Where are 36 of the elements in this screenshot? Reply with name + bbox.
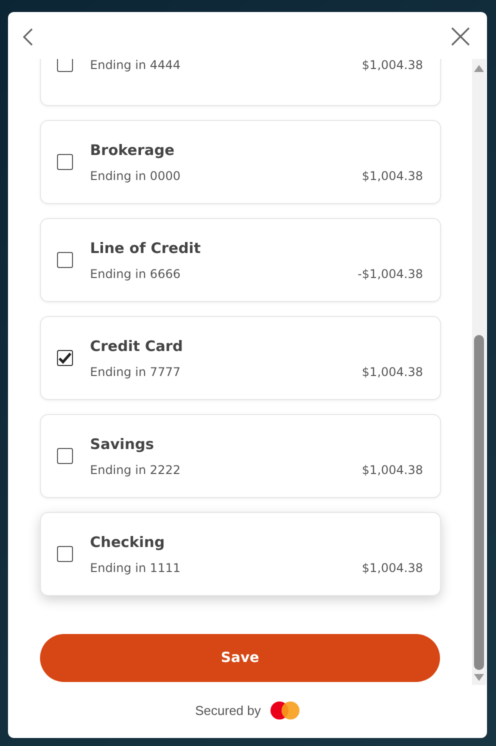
- secured-by-label: Secured by: [195, 703, 261, 718]
- scrollbar[interactable]: [472, 59, 486, 685]
- save-button[interactable]: Save: [40, 634, 440, 682]
- account-number: Ending in 1111: [90, 561, 180, 576]
- back-icon[interactable]: [23, 28, 33, 46]
- close-icon[interactable]: [451, 27, 470, 46]
- checkbox[interactable]: [57, 350, 73, 366]
- account-card[interactable]: Savings Ending in 2222 $1,004.38: [40, 414, 441, 498]
- checkbox[interactable]: [57, 252, 73, 268]
- account-card[interactable]: Checking Ending in 1111 $1,004.38: [40, 512, 441, 596]
- account-balance: $1,004.38: [362, 169, 423, 184]
- checkbox[interactable]: [57, 448, 73, 464]
- account-number: Ending in 2222: [90, 463, 180, 478]
- account-card[interactable]: Line of Credit Ending in 6666 -$1,004.38: [40, 218, 441, 302]
- account-card[interactable]: Ending in 4444 $1,004.38: [40, 59, 441, 106]
- account-balance: $1,004.38: [362, 561, 423, 576]
- account-balance: $1,004.38: [362, 59, 423, 72]
- account-balance: $1,004.38: [362, 365, 423, 380]
- account-card[interactable]: Brokerage Ending in 0000 $1,004.38: [40, 120, 441, 204]
- account-card[interactable]: Credit Card Ending in 7777 $1,004.38: [40, 316, 441, 400]
- circles-logo-icon: [270, 701, 300, 720]
- account-number: Ending in 4444: [90, 59, 180, 72]
- account-name: Savings: [90, 436, 155, 454]
- account-name: Line of Credit: [90, 240, 202, 258]
- account-name: Brokerage: [90, 142, 176, 160]
- checkbox[interactable]: [57, 59, 73, 72]
- checkbox[interactable]: [57, 546, 73, 562]
- account-balance: $1,004.38: [362, 463, 423, 478]
- account-name: Credit Card: [90, 338, 184, 356]
- account-number: Ending in 7777: [90, 365, 180, 380]
- scroll-thumb[interactable]: [474, 335, 484, 670]
- checkbox[interactable]: [57, 154, 73, 170]
- account-number: Ending in 0000: [90, 169, 180, 184]
- account-balance: -$1,004.38: [358, 267, 423, 282]
- account-name: Checking: [90, 534, 166, 552]
- account-number: Ending in 6666: [90, 267, 180, 282]
